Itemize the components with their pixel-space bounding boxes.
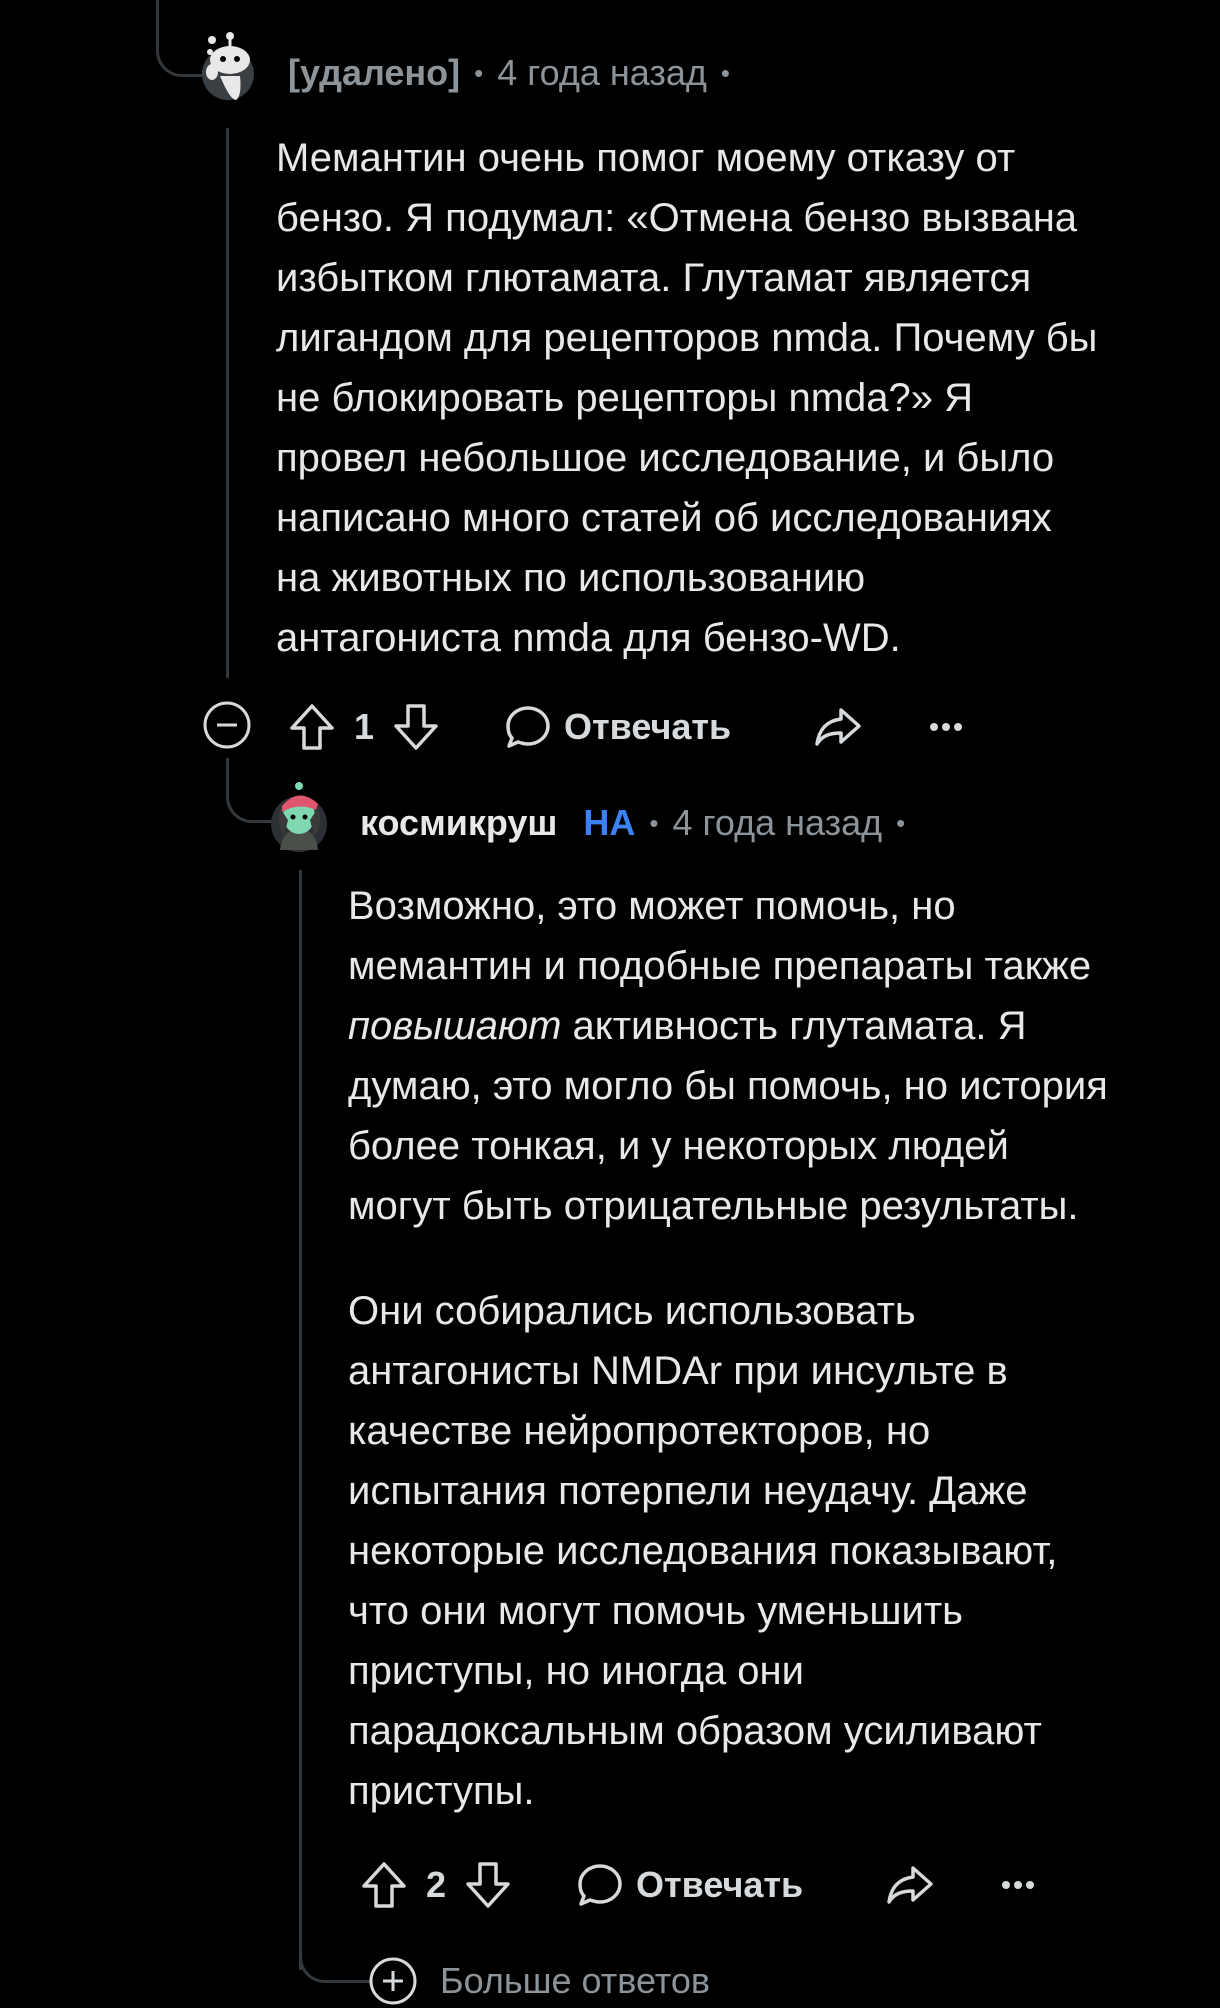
comment1-line: на животных по использованию: [276, 556, 866, 600]
comment1-line: антагониста nmda для бензо-WD.: [276, 616, 901, 660]
more-replies-button[interactable]: Больше ответов: [368, 1956, 710, 2006]
comment2-line: некоторые исследования показывают,: [348, 1529, 1058, 1573]
avatar-cosmicrush[interactable]: [266, 780, 332, 852]
more-options-icon[interactable]: [1001, 1880, 1035, 1890]
comment1-line: не блокировать рецепторы nmda?» Я: [276, 376, 974, 420]
share-icon[interactable]: [813, 704, 863, 750]
comment1-line: провел небольшое исследование, и было: [276, 436, 1055, 480]
comment1-line: избытком глютамата. Глутамат является: [276, 256, 1032, 300]
custom-avatar-icon: [271, 782, 327, 852]
comment2-line: испытания потерпели неудачу. Даже: [348, 1469, 1028, 1513]
more-options-icon[interactable]: [929, 722, 963, 732]
comment2-body: Возможно, это может помочь, но мемантин …: [348, 876, 1108, 1821]
comment2-actions: 2 Отвечать: [360, 1850, 1035, 1920]
comment1-line: лигандом для рецепторов nmda. Почему бы: [276, 316, 1098, 360]
speech-bubble-icon: [504, 703, 552, 751]
meta-separator: •: [720, 57, 730, 88]
plus-circle-icon: [368, 1956, 418, 2006]
comment2-thread-line[interactable]: [299, 870, 302, 1970]
comment2-line: Они собирались использовать: [348, 1289, 916, 1333]
upvote-icon[interactable]: [288, 702, 336, 752]
share-icon[interactable]: [885, 1862, 935, 1908]
comment1-author[interactable]: [удалено]: [288, 52, 460, 94]
comment2-line: могут быть отрицательные результаты.: [348, 1184, 1079, 1228]
comment2-author[interactable]: космикруш: [360, 802, 557, 844]
reply-button[interactable]: Отвечать: [504, 703, 731, 751]
comment2-line: приступы, но иногда они: [348, 1649, 804, 1693]
comment1-line: Мемантин очень помог моему отказу от: [276, 136, 1016, 180]
reply-button[interactable]: Отвечать: [576, 1861, 803, 1909]
vote-count: 1: [354, 706, 375, 747]
comment1-thread-line[interactable]: [226, 128, 229, 678]
meta-separator: •: [474, 57, 484, 88]
comment1-time[interactable]: 4 года назад: [497, 52, 707, 94]
more-replies-label: Больше ответов: [440, 1960, 711, 2001]
meta-separator: •: [896, 807, 906, 838]
reply-label: Отвечать: [636, 1864, 804, 1905]
comment2-line: парадоксальным образом усиливают: [348, 1709, 1042, 1753]
vote-count: 2: [426, 1864, 447, 1905]
downvote-icon[interactable]: [464, 1860, 512, 1910]
comment2-meta: космикруш НА • 4 года назад •: [360, 798, 919, 848]
meta-separator: •: [649, 807, 659, 838]
comment1-line: написано много статей об исследованиях: [276, 496, 1052, 540]
comment1-meta: [удалено] • 4 года назад •: [288, 48, 744, 98]
collapse-thread-icon[interactable]: [202, 700, 252, 750]
emphasized-text: повышают: [348, 1004, 562, 1048]
comment2-line: что они могут помочь уменьшить: [348, 1589, 964, 1633]
downvote-icon[interactable]: [392, 702, 440, 752]
comment2-line: мемантин и подобные препараты также: [348, 944, 1092, 988]
comment1-body: Мемантин очень помог моему отказу от бен…: [276, 128, 1097, 668]
comment2-line: антагонисты NMDAr при инсульте в: [348, 1349, 1008, 1393]
comment1-line: бензо. Я подумал: «Отмена бензо вызвана: [276, 196, 1078, 240]
avatar-deleted[interactable]: [196, 30, 260, 102]
comment2-line: активность глутамата. Я: [561, 1004, 1027, 1048]
snoo-avatar-icon: [202, 32, 254, 100]
comment2-line: Возможно, это может помочь, но: [348, 884, 956, 928]
reply-label: Отвечать: [564, 706, 732, 747]
comment2-line: качестве нейропротекторов, но: [348, 1409, 931, 1453]
comment2-time[interactable]: 4 года назад: [673, 802, 883, 844]
comment2-line: думаю, это могло бы помочь, но история: [348, 1064, 1108, 1108]
upvote-icon[interactable]: [360, 1860, 408, 1910]
speech-bubble-icon: [576, 1861, 624, 1909]
comment2-line: приступы.: [348, 1769, 535, 1813]
comment1-actions: 1 Отвечать: [288, 692, 963, 762]
comment2-line: более тонкая, и у некоторых людей: [348, 1124, 1009, 1168]
user-flair: НА: [583, 802, 636, 843]
